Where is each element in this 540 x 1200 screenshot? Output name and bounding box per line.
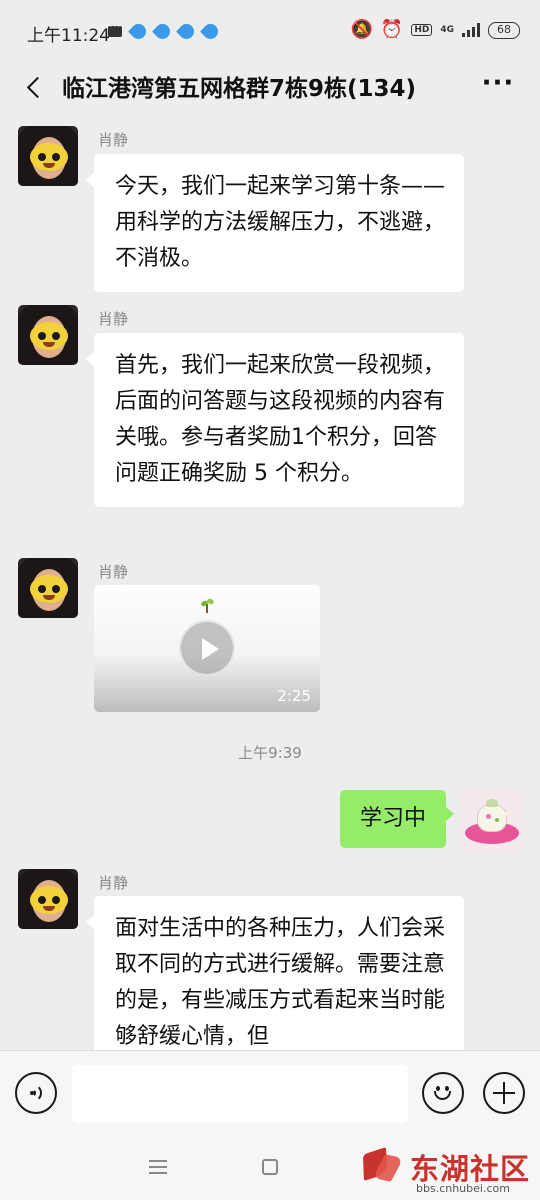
menu-nav-icon[interactable] xyxy=(149,1160,167,1174)
message-bubble[interactable]: 面对生活中的各种压力，人们会采取不同的方式进行缓解。需要注意的是，有些减压方式看… xyxy=(86,896,464,1050)
hd-icon: HD xyxy=(411,24,433,36)
alarm-icon: ⏰ xyxy=(380,19,404,40)
input-bar xyxy=(0,1050,540,1134)
sender-name: 肖静 xyxy=(98,131,129,149)
message-notification-icon xyxy=(108,19,122,37)
watermark-logo-icon xyxy=(360,1146,404,1186)
timestamp: 上午9:39 xyxy=(238,744,302,762)
sender-name: 肖静 xyxy=(98,310,129,328)
avatar[interactable] xyxy=(18,305,78,365)
video-message[interactable]: 2:25 xyxy=(94,585,320,712)
chat-messages[interactable]: 肖静 今天，我们一起来学习第十条——用科学的方法缓解压力，不逃避，不消极。 肖静… xyxy=(0,112,540,1050)
watermark-url: bbs.cnhubei.com xyxy=(416,1182,510,1195)
sender-name: 肖静 xyxy=(98,874,129,892)
system-status-icons: 🔕 ⏰ HD 4G 68 xyxy=(350,20,520,40)
voice-icon xyxy=(26,1083,46,1103)
notification-icons xyxy=(108,19,222,43)
voice-button[interactable] xyxy=(15,1072,57,1114)
home-nav-icon[interactable] xyxy=(262,1159,278,1175)
more-icon: ··· xyxy=(481,68,515,98)
message-bubble[interactable]: 首先，我们一起来欣赏一段视频，后面的问答题与这段视频的内容有关哦。参与者奖励1个… xyxy=(86,333,464,507)
my-avatar[interactable] xyxy=(462,790,522,850)
app-notification-icon xyxy=(175,20,198,43)
status-bar: 上午11:24 🔕 ⏰ HD 4G 68 xyxy=(0,0,540,62)
avatar[interactable] xyxy=(18,869,78,929)
app-notification-icon xyxy=(151,20,174,43)
more-button[interactable]: ··· xyxy=(478,70,518,104)
network-type: 4G xyxy=(440,24,454,35)
chat-title: 临江港湾第五网格群7栋9栋(134) xyxy=(62,76,417,102)
avatar[interactable] xyxy=(18,558,78,618)
my-message-bubble[interactable]: 学习中 xyxy=(339,790,455,848)
avatar[interactable] xyxy=(18,126,78,186)
app-notification-icon xyxy=(127,20,150,43)
play-icon[interactable] xyxy=(179,620,235,676)
chat-header: 临江港湾第五网格群7栋9栋(134) ··· xyxy=(0,62,540,112)
emoji-icon xyxy=(430,1080,456,1106)
back-icon xyxy=(26,76,48,98)
back-button[interactable] xyxy=(16,69,52,105)
plus-icon xyxy=(493,1082,515,1104)
watermark: 东湖社区 bbs.cnhubei.com xyxy=(356,1142,536,1198)
video-thumbnail xyxy=(200,597,215,613)
mute-icon: 🔕 xyxy=(350,19,373,40)
message-input[interactable] xyxy=(72,1065,408,1123)
plus-button[interactable] xyxy=(483,1072,525,1114)
status-time: 上午11:24 xyxy=(27,26,110,46)
message-bubble[interactable]: 今天，我们一起来学习第十条——用科学的方法缓解压力，不逃避，不消极。 xyxy=(86,154,464,292)
signal-icon xyxy=(462,23,480,37)
video-duration: 2:25 xyxy=(277,687,311,705)
app-notification-icon xyxy=(199,20,222,43)
emoji-button[interactable] xyxy=(422,1072,464,1114)
sender-name: 肖静 xyxy=(98,563,129,581)
battery-icon: 68 xyxy=(488,21,520,39)
